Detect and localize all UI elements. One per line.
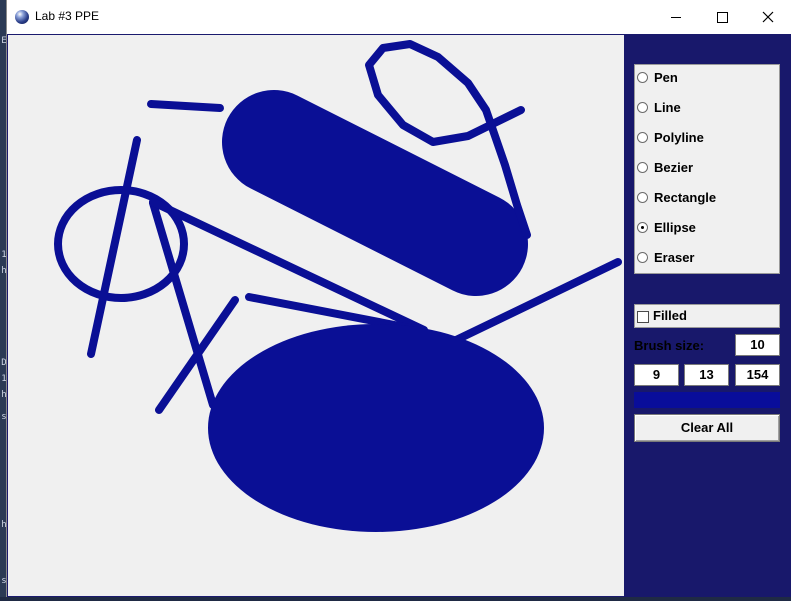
- radio-line[interactable]: Line: [635, 98, 781, 118]
- radio-button[interactable]: [637, 162, 648, 173]
- tool-radio-group: Pen Line Polyline Bezier Rectangle Ellip…: [634, 64, 780, 274]
- minimize-icon: [671, 17, 681, 18]
- radio-button-checked[interactable]: [637, 222, 648, 233]
- maximize-icon: [717, 12, 728, 23]
- title-bar[interactable]: Lab #3 PPE: [7, 0, 791, 34]
- client-area: Pen Line Polyline Bezier Rectangle Ellip…: [7, 34, 791, 597]
- radio-label: Bezier: [654, 160, 694, 175]
- radio-pen[interactable]: Pen: [635, 68, 781, 88]
- blue-value-input[interactable]: 154: [735, 364, 780, 386]
- tool-panel: Pen Line Polyline Bezier Rectangle Ellip…: [624, 34, 791, 597]
- brush-size-input[interactable]: 10: [735, 334, 780, 356]
- filled-ellipse-shape: [208, 324, 544, 532]
- radio-label: Eraser: [654, 250, 695, 265]
- radio-ellipse[interactable]: Ellipse: [635, 218, 781, 238]
- line-stroke: [87, 136, 141, 358]
- window-title: Lab #3 PPE: [35, 9, 100, 23]
- canvas-drawing: [54, 40, 622, 532]
- color-preview-swatch: [634, 392, 780, 408]
- close-icon: [762, 11, 774, 23]
- radio-label: Line: [654, 100, 681, 115]
- green-value-input[interactable]: 13: [684, 364, 729, 386]
- radio-bezier[interactable]: Bezier: [635, 158, 781, 178]
- app-window: Lab #3 PPE Pen Line Polyline Bezier Rect…: [6, 0, 791, 597]
- pen-stroke: [147, 100, 224, 112]
- radio-label: Rectangle: [654, 190, 717, 205]
- filled-checkbox[interactable]: [637, 311, 649, 323]
- radio-button[interactable]: [637, 132, 648, 143]
- radio-button[interactable]: [637, 192, 648, 203]
- radio-button[interactable]: [637, 102, 648, 113]
- drawing-canvas[interactable]: [8, 35, 624, 596]
- radio-polyline[interactable]: Polyline: [635, 128, 781, 148]
- red-value-input[interactable]: 9: [634, 364, 679, 386]
- radio-label: Polyline: [654, 130, 704, 145]
- filled-checkbox-row[interactable]: Filled: [634, 304, 780, 328]
- maximize-button[interactable]: [699, 0, 745, 34]
- thick-line-stroke: [222, 90, 528, 296]
- brush-size-label: Brush size:: [634, 338, 705, 353]
- radio-button[interactable]: [637, 252, 648, 263]
- minimize-button[interactable]: [653, 0, 699, 34]
- close-button[interactable]: [745, 0, 791, 34]
- radio-rectangle[interactable]: Rectangle: [635, 188, 781, 208]
- clear-all-button[interactable]: Clear All: [634, 414, 780, 442]
- radio-button[interactable]: [637, 72, 648, 83]
- radio-eraser[interactable]: Eraser: [635, 248, 781, 268]
- radio-label: Ellipse: [654, 220, 696, 235]
- filled-label: Filled: [653, 308, 687, 323]
- app-icon: [15, 10, 29, 24]
- radio-label: Pen: [654, 70, 678, 85]
